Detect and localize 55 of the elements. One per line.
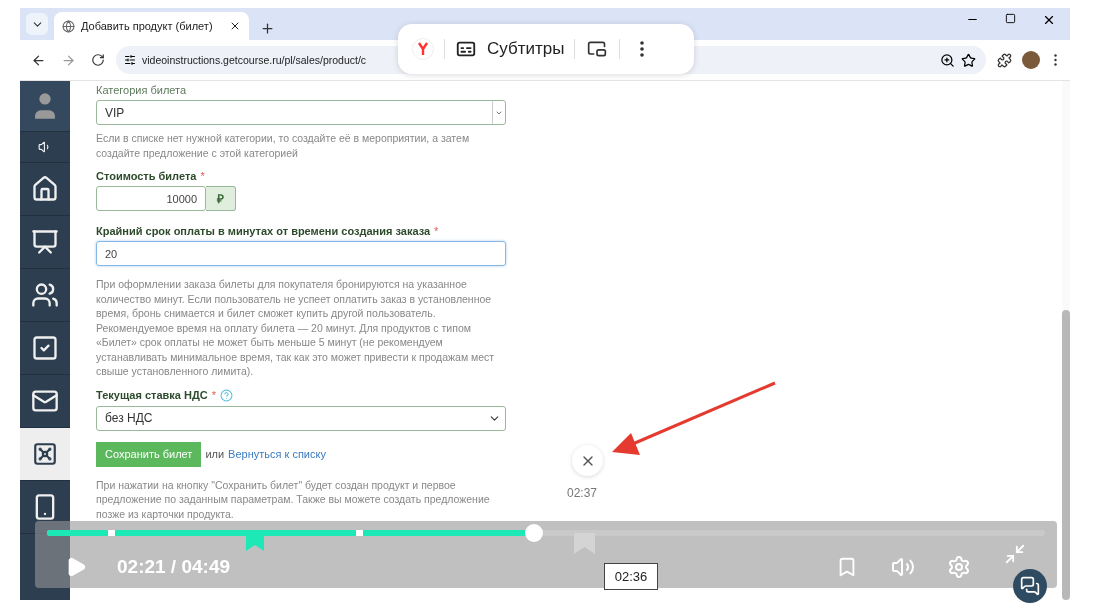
field-label: Крайний срок оплаты в минутах от времени создания заказа *	[96, 225, 440, 237]
settings-icon	[947, 555, 971, 579]
hint-text: При оформлении заказа билеты для покупателя бронируются на указанное количество минут. Если пользователь не успеет оплатить заказ в установленное время, бронь снимается и билет сможет купить другой пользователь. Рекомендуемое время на оплату билета — 20 минут. Для продуктов с типом «Билет» срок оплаты не может быть меньше 5 минут (не рекомендуем устанавливать минимальное время, так как это может привести к продажам мест свыше установленного лимита).	[96, 277, 496, 379]
marker-time: 02:37	[567, 486, 598, 500]
playback-time: 02:21 / 04:49	[117, 556, 231, 578]
required-mark: *	[434, 225, 439, 237]
progress-track[interactable]	[47, 524, 1045, 554]
chat-icon	[1020, 576, 1040, 596]
zoom-icon[interactable]	[940, 52, 955, 68]
sidebar-item[interactable]	[20, 428, 70, 481]
safe-icon	[32, 441, 58, 467]
forward-arrow-icon	[60, 52, 76, 68]
required-mark: *	[211, 389, 216, 401]
volume-icon	[891, 555, 915, 579]
globe-icon	[62, 19, 75, 33]
price-input[interactable]: 10000	[96, 186, 206, 211]
checkbox-icon	[31, 334, 59, 362]
category-select[interactable]: VIP	[96, 100, 506, 125]
back-arrow-icon	[30, 52, 46, 68]
y-logo-icon[interactable]	[412, 38, 434, 60]
browser-tab[interactable]: Добавить продукт (билет)	[54, 12, 249, 40]
time-tooltip: 02:36	[604, 563, 658, 590]
field-label: Стоимость билета *	[96, 170, 206, 182]
subtitles-button[interactable]: Субтитры	[455, 38, 565, 60]
note-text: При нажатии на кнопку "Сохранить билет" будет создан продукт и первое предложение по заданным параметрам. Также вы можете создать предложение позже из карточки продукта.	[96, 477, 491, 521]
puzzle-icon	[996, 52, 1012, 68]
deadline-input[interactable]: 20	[96, 241, 506, 266]
close-icon[interactable]	[1042, 13, 1056, 27]
vat-select[interactable]: без НДС	[96, 405, 506, 431]
scrollbar-thumb[interactable]	[1062, 310, 1070, 600]
bookmark-marker[interactable]	[245, 533, 264, 551]
maximize-icon[interactable]	[1005, 13, 1016, 24]
site-settings-icon[interactable]	[124, 54, 136, 66]
menu-icon	[1053, 54, 1057, 66]
currency-addon: ₽	[206, 186, 236, 211]
star-icon[interactable]	[961, 52, 976, 68]
chart-board-icon	[31, 228, 59, 256]
field-label: Категория билета	[96, 84, 188, 96]
or-text: или	[205, 448, 225, 460]
chapter-tick	[107, 530, 115, 536]
back-link[interactable]: Вернуться к списку	[228, 448, 326, 460]
picture-in-picture-icon	[587, 39, 608, 59]
reload-icon	[91, 53, 105, 67]
close-tab-icon[interactable]	[229, 20, 241, 32]
tab-list-button[interactable]	[26, 13, 48, 35]
plus-icon	[259, 20, 275, 36]
hint-text: Если в списке нет нужной категории, то создайте её в мероприятии, а затем создайте предложение с этой категорией	[96, 131, 471, 160]
people-icon	[31, 281, 59, 309]
chapter-tick	[356, 530, 364, 536]
exit-fullscreen-icon	[1004, 543, 1026, 565]
required-mark: *	[200, 170, 205, 182]
more-icon	[640, 41, 645, 57]
field-label: Текущая ставка НДС *	[96, 388, 506, 402]
home-icon	[31, 175, 59, 203]
profile-avatar[interactable]	[1022, 51, 1040, 69]
